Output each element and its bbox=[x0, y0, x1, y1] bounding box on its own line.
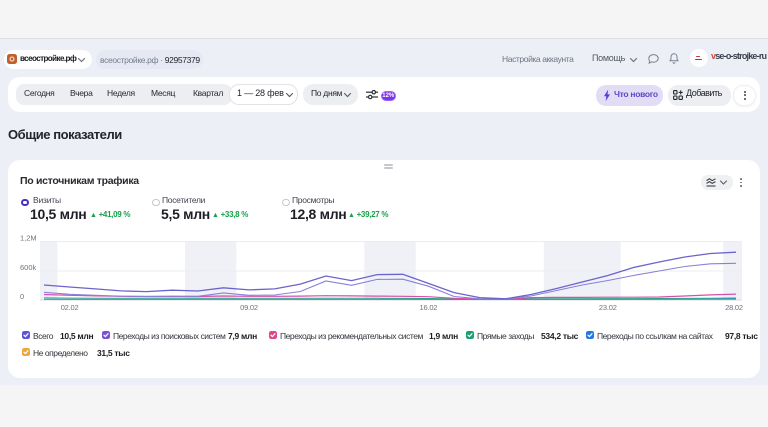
svg-text:600k: 600k bbox=[20, 263, 37, 272]
svg-text:1,2M: 1,2M bbox=[20, 234, 37, 243]
svg-text:23.02: 23.02 bbox=[599, 303, 617, 312]
svg-text:16.02: 16.02 bbox=[420, 303, 438, 312]
svg-text:02.02: 02.02 bbox=[61, 303, 79, 312]
svg-text:28.02: 28.02 bbox=[725, 303, 743, 312]
svg-text:0: 0 bbox=[20, 292, 24, 301]
svg-text:09.02: 09.02 bbox=[240, 303, 258, 312]
